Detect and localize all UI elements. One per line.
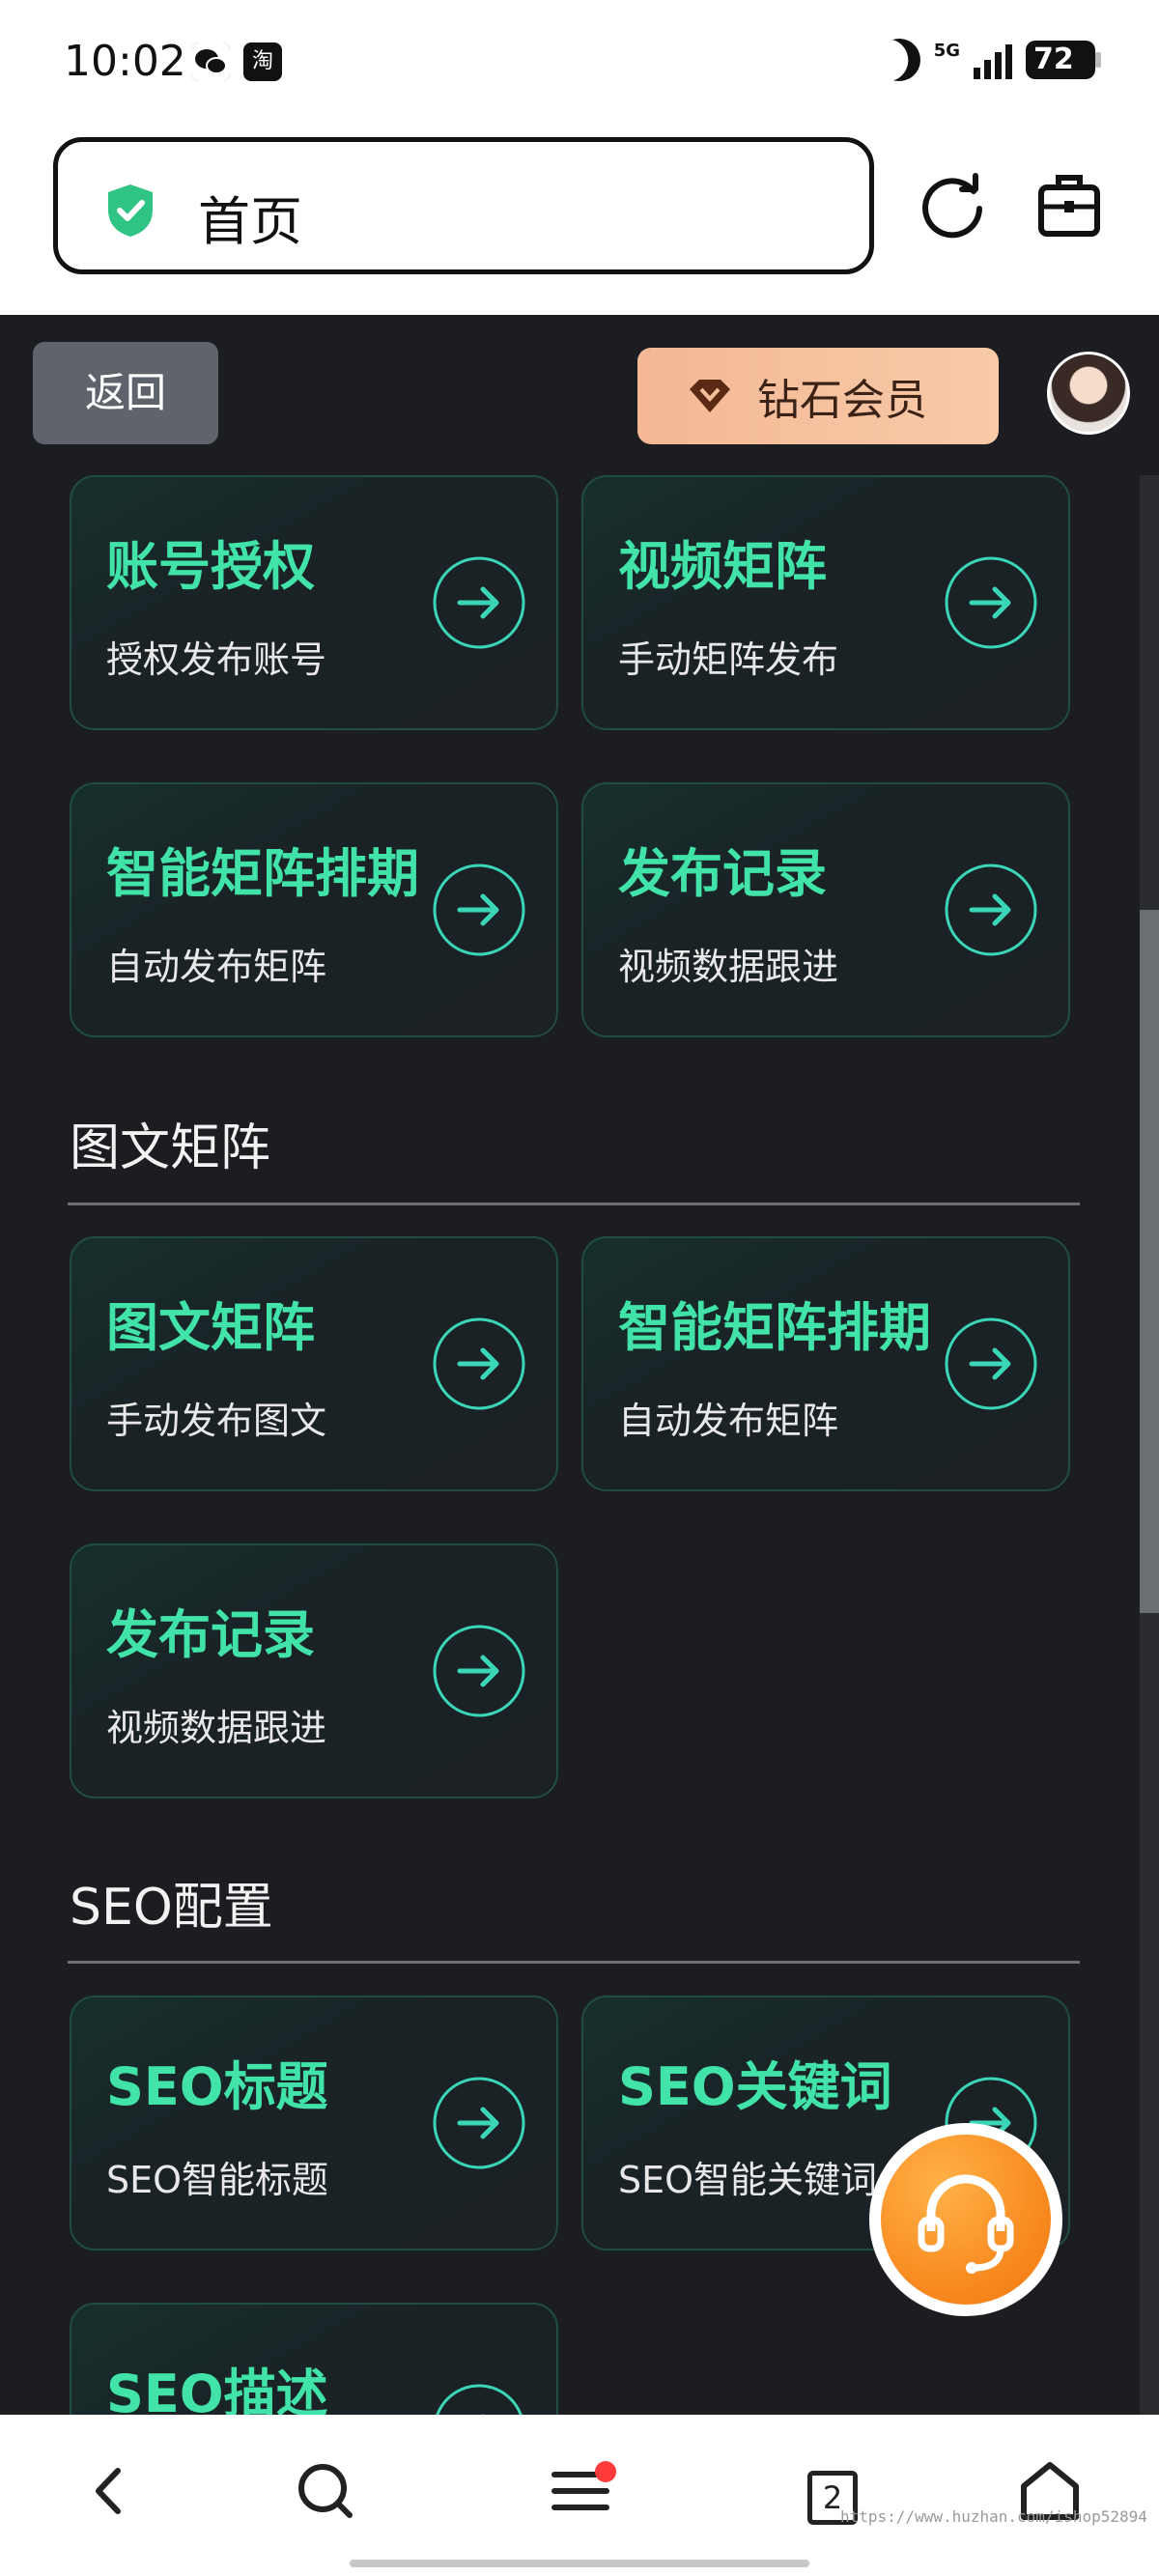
reload-icon[interactable]	[918, 170, 989, 241]
arrow-right-icon	[945, 1317, 1037, 1410]
arrow-right-icon	[433, 863, 525, 956]
search-icon[interactable]	[292, 2457, 359, 2525]
scrollbar-thumb[interactable]	[1140, 910, 1159, 1613]
card-subtitle: 视频数据跟进	[106, 1707, 327, 1749]
customer-service-button[interactable]	[869, 2123, 1062, 2316]
back-button[interactable]: 返回	[33, 342, 218, 444]
card-subtitle: 自动发布矩阵	[618, 1400, 839, 1442]
bottom-nav	[0, 2415, 1159, 2576]
section-divider	[68, 1961, 1080, 1964]
card-subtitle: 授权发布账号	[106, 638, 327, 681]
card-title: SEO关键词	[618, 2056, 892, 2117]
shield-check-icon	[108, 184, 153, 237]
card-image-text-matrix[interactable]: 图文矩阵 手动发布图文	[70, 1236, 558, 1491]
battery-level: 72	[1026, 41, 1101, 79]
app-content: 返回 钻石会员 账号授权 授权发布账号 视频矩阵 手动矩阵发布 智能矩阵排期 自…	[0, 315, 1159, 2415]
headset-icon	[881, 2135, 1051, 2305]
address-bar[interactable]: 首页	[53, 137, 874, 274]
menu-notification-dot	[595, 2461, 616, 2482]
card-subtitle: 手动矩阵发布	[618, 638, 839, 681]
card-publish-records[interactable]: 发布记录 视频数据跟进	[581, 782, 1070, 1037]
card-title: SEO标题	[106, 2056, 328, 2117]
status-time: 10:02	[64, 37, 186, 86]
section-title-seo: SEO配置	[70, 1879, 273, 1937]
network-type: 5G	[933, 40, 960, 61]
signal-icon	[974, 41, 1012, 79]
section-divider	[68, 1203, 1080, 1205]
moon-icon	[871, 33, 925, 87]
card-image-text-schedule[interactable]: 智能矩阵排期 自动发布矩阵	[581, 1236, 1070, 1491]
toolbox-icon[interactable]	[1037, 172, 1101, 240]
card-title: 智能矩阵排期	[106, 843, 419, 904]
card-video-matrix[interactable]: 视频矩阵 手动矩阵发布	[581, 475, 1070, 730]
avatar[interactable]	[1047, 352, 1130, 435]
card-title: 智能矩阵排期	[618, 1297, 931, 1358]
card-subtitle: 自动发布矩阵	[106, 946, 327, 988]
diamond-icon	[690, 380, 730, 412]
card-title: 账号授权	[106, 536, 315, 597]
card-title: SEO描述	[106, 2364, 328, 2415]
arrow-right-icon	[433, 556, 525, 649]
card-smart-schedule[interactable]: 智能矩阵排期 自动发布矩阵	[70, 782, 558, 1037]
arrow-right-icon	[436, 2384, 523, 2415]
card-subtitle: 视频数据跟进	[618, 946, 839, 988]
taobao-icon: 淘	[243, 42, 282, 81]
card-title: 视频矩阵	[618, 536, 827, 597]
back-arrow-icon[interactable]	[75, 2457, 143, 2525]
section-title-image-text: 图文矩阵	[70, 1119, 271, 1177]
arrow-right-icon	[433, 1625, 525, 1717]
card-subtitle: SEO智能关键词	[618, 2159, 878, 2201]
card-subtitle: SEO智能标题	[106, 2159, 329, 2201]
card-title: 发布记录	[106, 1604, 315, 1665]
wechat-icon	[191, 42, 230, 81]
card-title: 图文矩阵	[106, 1297, 315, 1358]
diamond-vip-button[interactable]: 钻石会员	[637, 348, 999, 444]
notification-icons: 淘	[191, 42, 282, 81]
arrow-right-icon	[433, 1317, 525, 1410]
card-seo-description[interactable]: SEO描述	[70, 2303, 558, 2415]
status-right: 5G 72	[878, 39, 1101, 81]
vip-label: 钻石会员	[757, 376, 927, 425]
page-title: 首页	[198, 191, 302, 252]
arrow-right-icon	[945, 556, 1037, 649]
arrow-right-icon	[945, 863, 1037, 956]
card-image-text-records[interactable]: 发布记录 视频数据跟进	[70, 1543, 558, 1798]
watermark: https://www.huzhan.com/ishop52894	[840, 2507, 1147, 2526]
arrow-right-icon	[433, 2077, 525, 2169]
card-subtitle: 手动发布图文	[106, 1400, 327, 1442]
card-title: 发布记录	[618, 843, 827, 904]
home-indicator[interactable]	[350, 2560, 809, 2567]
card-account-auth[interactable]: 账号授权 授权发布账号	[70, 475, 558, 730]
card-seo-title[interactable]: SEO标题 SEO智能标题	[70, 1996, 558, 2250]
status-bar: 10:02 淘 5G 72	[0, 0, 1159, 126]
